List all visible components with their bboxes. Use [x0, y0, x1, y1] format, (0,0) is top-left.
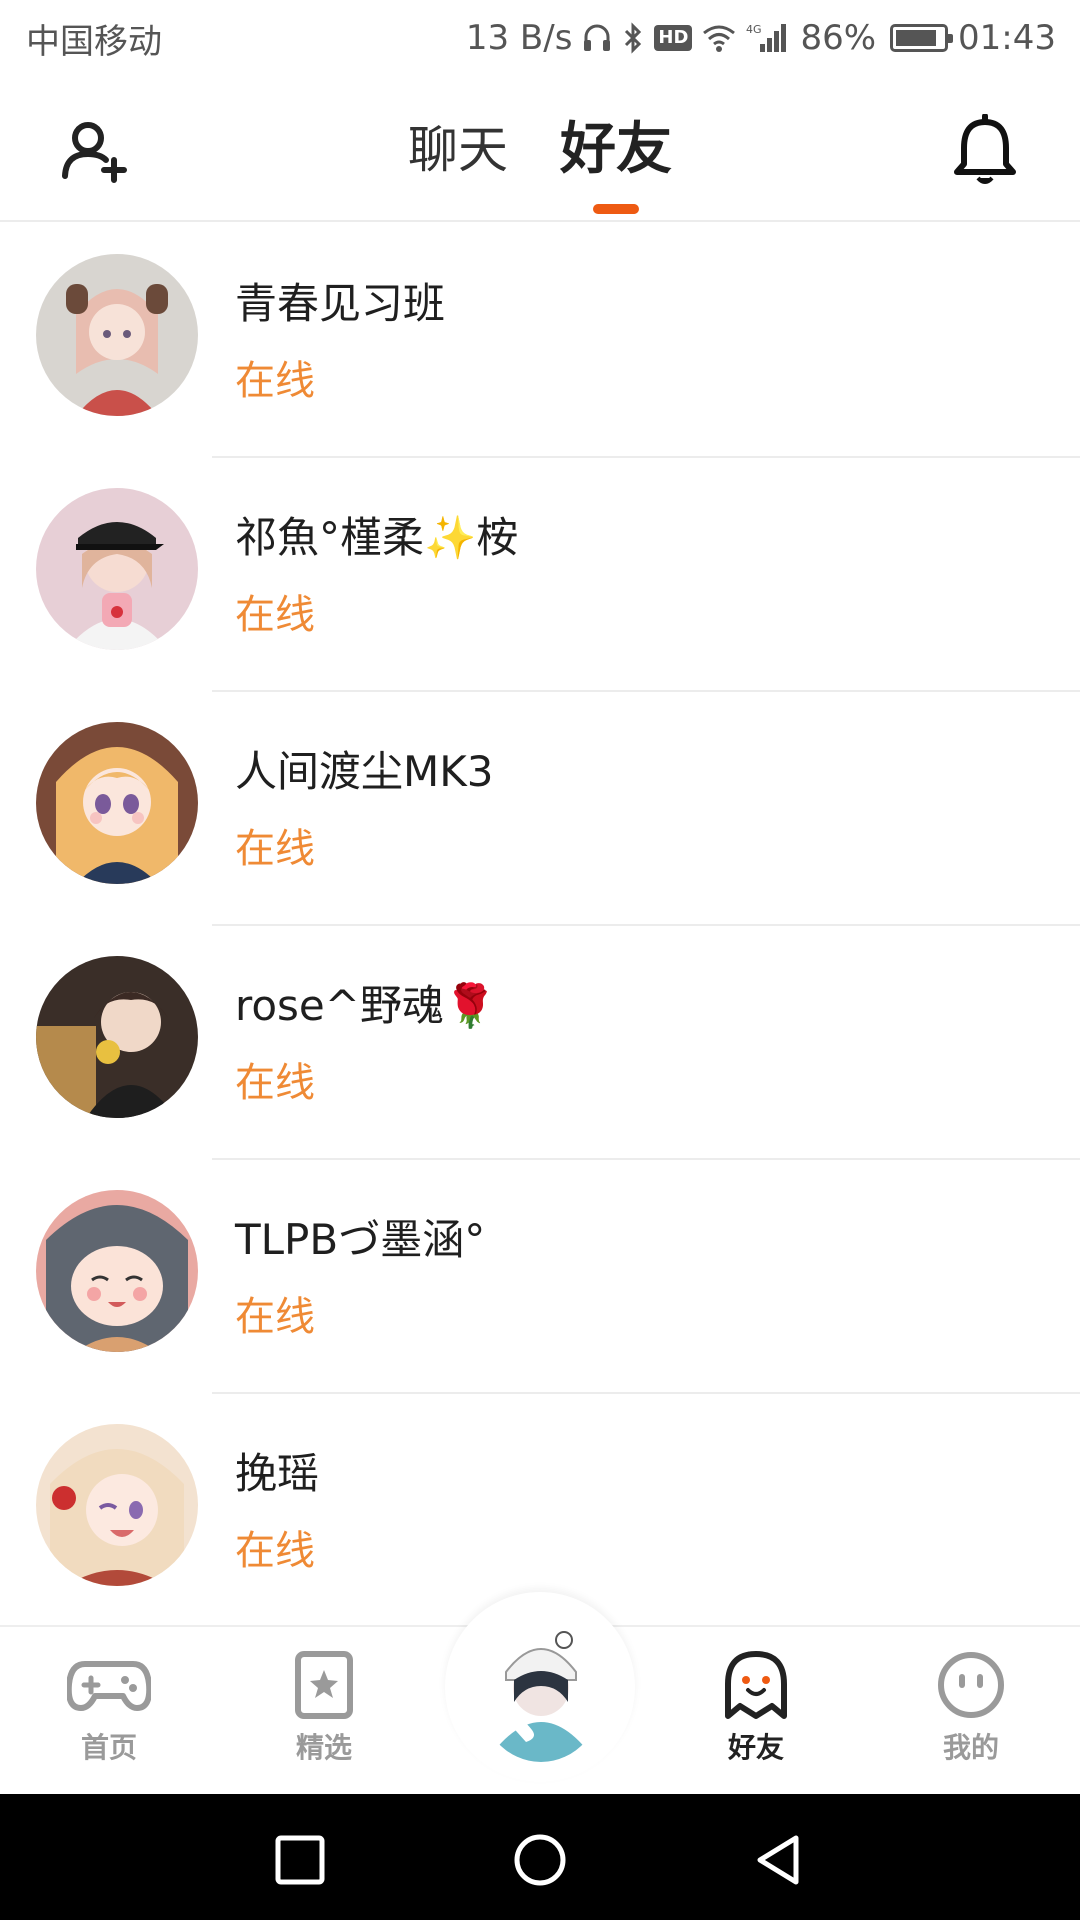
- tab-friends-label: 好友: [560, 117, 672, 182]
- nav-featured[interactable]: 精选: [264, 1650, 384, 1766]
- avatar[interactable]: [36, 488, 198, 650]
- friend-row[interactable]: 青春见习班 在线: [0, 224, 1080, 458]
- nav-home-label: 首页: [80, 1731, 137, 1764]
- nav-featured-label: 精选: [295, 1731, 352, 1764]
- back-triangle-icon[interactable]: [752, 1832, 808, 1888]
- friend-status: 在线: [235, 1060, 315, 1106]
- friend-status: 在线: [235, 1294, 315, 1340]
- tab-chat[interactable]: 聊天: [408, 114, 508, 186]
- center-avatar-button[interactable]: [478, 1622, 604, 1762]
- avatar[interactable]: [36, 1190, 198, 1352]
- home-circle-icon[interactable]: [512, 1832, 568, 1888]
- top-header: 聊天 好友: [0, 76, 1080, 222]
- friend-name: 青春见习班: [235, 279, 446, 328]
- bell-icon[interactable]: [950, 113, 1020, 188]
- star-bookmark-icon: [295, 1651, 353, 1719]
- smiley-icon: [938, 1652, 1004, 1718]
- tab-bar: 聊天 好友: [0, 114, 1080, 214]
- friend-row[interactable]: 人间渡尘MK3 在线: [0, 692, 1080, 926]
- friend-name: 挽瑶: [235, 1449, 320, 1498]
- avatar[interactable]: [36, 956, 198, 1118]
- friend-row[interactable]: 祁魚°槿柔✨桉 在线: [0, 458, 1080, 692]
- nav-friends-label: 好友: [696, 1726, 816, 1772]
- friend-name: TLPBづ墨涵°: [235, 1215, 486, 1264]
- battery-icon: [890, 24, 954, 52]
- status-icons: 13 B/s HD 4G 86% 01:43: [466, 18, 1056, 58]
- nav-friends[interactable]: 好友: [696, 1650, 816, 1772]
- clock: 01:43: [958, 18, 1056, 58]
- carrier-label: 中国移动: [26, 21, 162, 62]
- headphones-icon: [582, 22, 612, 54]
- friend-row[interactable]: TLPBづ墨涵° 在线: [0, 1160, 1080, 1394]
- bluetooth-icon: [622, 22, 644, 54]
- friend-status: 在线: [235, 1528, 315, 1574]
- friend-status: 在线: [235, 826, 315, 872]
- recents-square-icon[interactable]: [272, 1832, 328, 1888]
- wifi-icon: [702, 23, 736, 53]
- system-nav-bar: [0, 1794, 1080, 1920]
- active-tab-indicator: [593, 204, 639, 214]
- friend-list: 青春见习班 在线 祁魚°槿柔✨桉 在线 人间渡尘MK3 在线 rose^野魂🌹 …: [0, 224, 1080, 1628]
- nav-me-label: 我的: [942, 1731, 999, 1764]
- friend-name: rose^野魂🌹: [235, 981, 497, 1030]
- network-type: 4G: [746, 23, 762, 36]
- gamepad-icon: [67, 1661, 151, 1711]
- ghost-icon: [725, 1651, 787, 1719]
- hd-icon: HD: [654, 25, 693, 51]
- avatar[interactable]: [36, 722, 198, 884]
- avatar[interactable]: [36, 254, 198, 416]
- friend-row[interactable]: rose^野魂🌹 在线: [0, 926, 1080, 1160]
- battery-percent: 86%: [800, 18, 877, 58]
- nav-home[interactable]: 首页: [49, 1650, 169, 1766]
- avatar[interactable]: [36, 1424, 198, 1586]
- friend-status: 在线: [235, 592, 315, 638]
- friend-status: 在线: [235, 358, 315, 404]
- signal-icon: 4G: [746, 22, 790, 54]
- tab-friends[interactable]: 好友: [560, 114, 672, 214]
- net-speed: 13 B/s: [465, 18, 573, 58]
- status-bar: 中国移动 13 B/s HD 4G 86% 01:43: [0, 0, 1080, 76]
- friend-name: 人间渡尘MK3: [235, 747, 494, 796]
- nav-me[interactable]: 我的: [911, 1650, 1031, 1766]
- nav-friends-text: 好友: [727, 1731, 784, 1764]
- friend-name: 祁魚°槿柔✨桉: [235, 513, 519, 562]
